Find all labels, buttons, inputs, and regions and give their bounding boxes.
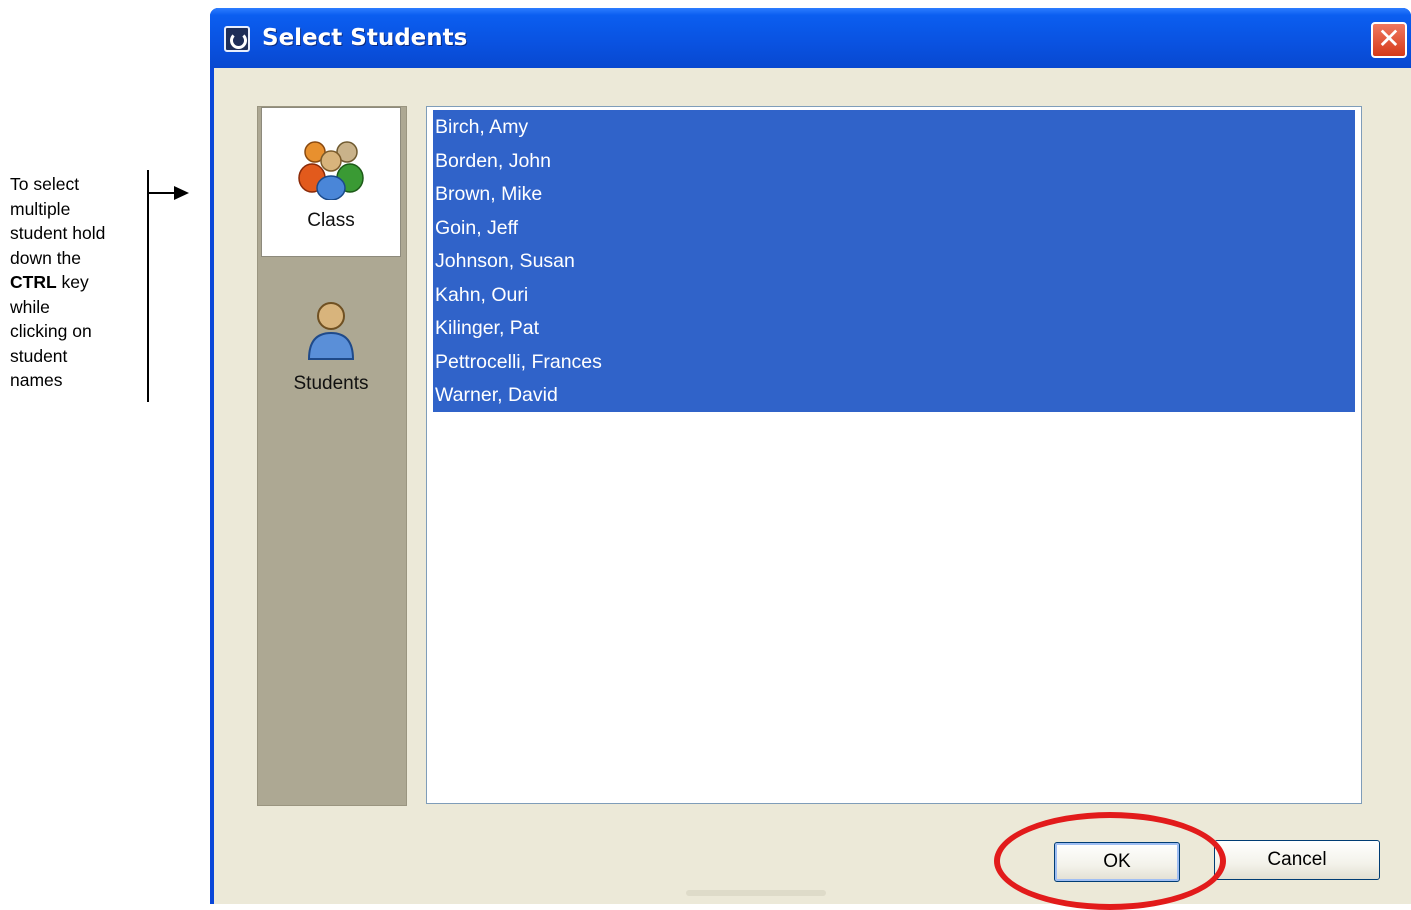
note-line: student (10, 345, 68, 366)
note-arrow-icon (174, 186, 189, 200)
list-item-student[interactable]: Warner, David (433, 378, 1355, 412)
select-students-dialog: Select Students ✕ Class Students Birch, … (210, 8, 1411, 910)
title-bar[interactable]: Select Students ✕ (210, 8, 1411, 68)
list-item-student[interactable]: Brown, Mike (433, 177, 1355, 211)
note-arrow-shaft (148, 192, 176, 194)
person-icon (307, 302, 355, 360)
nav-label-class: Class (307, 210, 355, 231)
ok-button[interactable]: OK (1054, 842, 1180, 882)
dialog-body: Class Students Birch, Amy Borden, John B… (214, 68, 1411, 910)
list-item-student[interactable]: Kahn, Ouri (433, 277, 1355, 311)
note-line: multiple (10, 198, 71, 219)
note-line: down the (10, 247, 82, 268)
note-line: while (10, 296, 50, 317)
note-line: student hold (10, 223, 106, 243)
list-item-student[interactable]: Johnson, Susan (433, 244, 1355, 278)
key-suffix: key (56, 272, 89, 292)
nav-item-class[interactable]: Class (261, 107, 401, 257)
student-list[interactable]: Birch, Amy Borden, John Brown, Mike Goin… (426, 106, 1362, 804)
view-selector: Class Students (257, 106, 407, 806)
note-line: clicking on (10, 321, 92, 341)
note-line: To select (10, 174, 80, 194)
list-item-student[interactable]: Pettrocelli, Frances (433, 344, 1355, 378)
nav-label-students: Students (293, 373, 369, 394)
key-name: CTRL (10, 272, 57, 292)
resize-grip (686, 890, 826, 896)
cancel-label: Cancel (1267, 849, 1327, 870)
list-item-student[interactable]: Goin, Jeff (433, 210, 1355, 244)
app-icon (224, 26, 250, 52)
list-item-student[interactable]: Birch, Amy (433, 110, 1355, 144)
note-line-key: CTRL key (10, 270, 140, 295)
group-icon (298, 141, 364, 200)
cancel-button[interactable]: Cancel (1214, 840, 1380, 880)
instruction-note: To select multiple student hold down the… (10, 172, 140, 393)
nav-item-students[interactable]: Students (261, 259, 401, 409)
close-button[interactable]: ✕ (1371, 22, 1407, 58)
note-line: names (10, 370, 63, 390)
list-item-student[interactable]: Kilinger, Pat (433, 311, 1355, 345)
list-item-student[interactable]: Borden, John (433, 143, 1355, 177)
dialog-title: Select Students (262, 25, 468, 51)
note-bracket-line (147, 170, 149, 402)
